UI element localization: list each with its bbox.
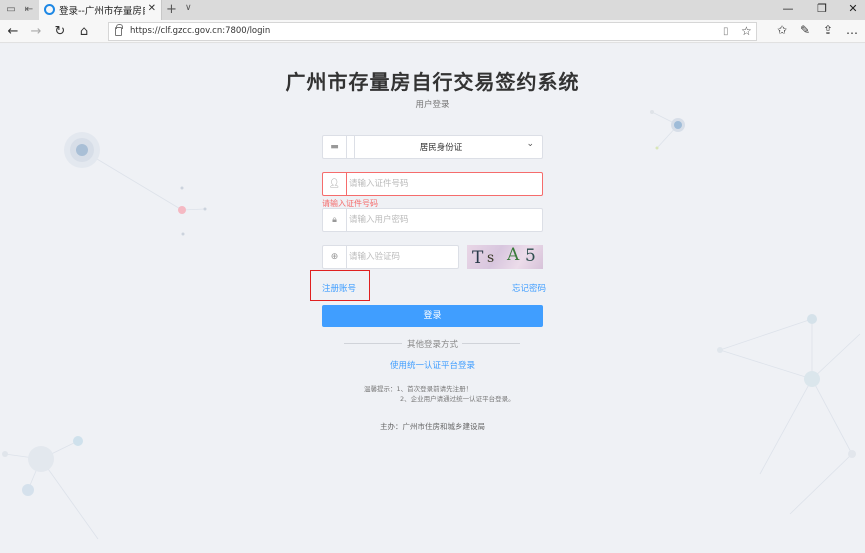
captcha-char: s [487,250,495,266]
browser-tab-bar: ▭ ⇤ 登录--广州市存量房自行 ✕ + ∨ — ❐ ✕ [0,0,865,20]
captcha-char: T [472,248,484,268]
select-separator [347,136,355,158]
chevron-down-icon[interactable]: ⌄ [526,139,534,149]
user-icon: 👤︎ [323,173,347,195]
id-type-select[interactable]: ▬ 居民身份证 ⌄ [322,135,543,159]
captcha-image[interactable]: T s A 5 [467,245,543,269]
restore-icon[interactable]: ❐ [812,2,832,15]
refresh-icon[interactable]: ↻ [51,23,69,40]
id-card-icon: ▬ [323,136,347,158]
new-tab-icon[interactable]: + [166,2,177,17]
tips-block: 温馨提示：1、首次登录前请先注册！ 2、企业用户请通过统一认证平台登录。 [364,384,515,404]
captcha-field: ⊕ [322,245,459,269]
share-icon[interactable]: ⇪ [820,23,836,37]
tip-line-2: 2、企业用户请通过统一认证平台登录。 [400,395,515,403]
forgot-password-link[interactable]: 忘记密码 [512,282,546,294]
id-number-input[interactable] [349,176,539,192]
lock-icon [115,24,123,36]
password-field: 🔒︎ [322,208,543,232]
unified-auth-login-link[interactable]: 使用统一认证平台登录 [0,359,865,371]
captcha-char: A [507,245,520,265]
globe-icon: ⊕ [323,246,347,268]
tab-title: 登录--广州市存量房自行 [59,6,145,17]
other-login-label: 其他登录方式 [406,340,458,350]
tip-line-1: 1、首次登录前请先注册！ [396,385,473,393]
notes-pen-icon[interactable]: ✎ [797,23,813,37]
favorite-star-icon[interactable]: ☆ [741,24,752,38]
tab-actions-icon[interactable]: ▭ [4,3,18,17]
url-text: https://clf.gzcc.gov.cn:7800/login [130,26,271,36]
captcha-input[interactable] [349,249,455,265]
minimize-icon[interactable]: — [778,2,798,15]
set-tabs-aside-icon[interactable]: ⇤ [22,3,36,17]
browser-tab[interactable]: 登录--广州市存量房自行 ✕ [39,0,162,20]
tips-label: 温馨提示： [364,385,397,393]
favorites-icon[interactable]: ✩ [774,23,790,37]
back-icon[interactable]: ← [4,23,22,40]
password-input[interactable] [349,212,539,228]
captcha-char: 5 [525,246,536,266]
tab-close-icon[interactable]: ✕ [148,3,156,14]
register-highlight-box [310,270,370,301]
browser-toolbar: ← → ↻ ⌂ https://clf.gzcc.gov.cn:7800/log… [0,20,865,43]
network-background-decoration [2,110,861,540]
sponsor-text: 主办：广州市住房和城乡建设局 [380,422,485,431]
page-subtitle: 用户登录 [415,100,450,110]
reading-view-icon[interactable]: ▯ [723,26,729,37]
more-icon[interactable]: … [844,23,860,37]
login-page: 广州市存量房自行交易签约系统 用户登录 ▬ 居民身份证 ⌄ 👤︎ 请输入证件号码… [0,44,865,553]
tab-list-chevron-icon[interactable]: ∨ [185,3,192,13]
login-button[interactable]: 登录 [322,305,543,327]
home-icon[interactable]: ⌂ [75,23,93,40]
page-title: 广州市存量房自行交易签约系统 [285,70,580,94]
forward-icon[interactable]: → [27,23,45,40]
site-favicon-icon [44,4,55,15]
close-window-icon[interactable]: ✕ [843,2,863,15]
id-type-value: 居民身份证 [419,143,463,153]
lock-icon: 🔒︎ [323,209,347,231]
address-bar[interactable]: https://clf.gzcc.gov.cn:7800/login ▯ ☆ [108,22,757,41]
id-number-field: 👤︎ [322,172,543,196]
